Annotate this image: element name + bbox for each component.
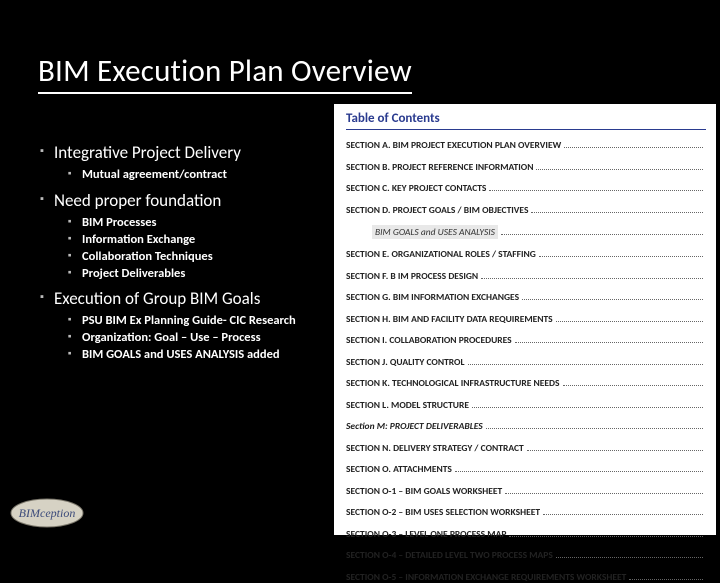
bullet-lvl2: Information Exchange bbox=[68, 232, 350, 249]
toc-dots bbox=[564, 147, 703, 148]
bullet-lvl2: BIM GOALS and USES ANALYSIS added bbox=[68, 347, 350, 364]
logo: BIMception bbox=[8, 496, 86, 530]
toc-label-highlighted: BIM GOALS and USES ANALYSIS bbox=[372, 225, 498, 239]
toc-label: SECTION O-2 – BIM USES SELECTION WORKSHE… bbox=[346, 506, 540, 518]
toc-row: SECTION O-1 – BIM GOALS WORKSHEET bbox=[346, 485, 706, 497]
toc-label: SECTION D. PROJECT GOALS / BIM OBJECTIVE… bbox=[346, 204, 528, 216]
toc-row: SECTION O-5 – INFORMATION EXCHANGE REQUI… bbox=[346, 571, 706, 583]
toc-dots bbox=[629, 579, 703, 580]
toc-dots bbox=[543, 514, 703, 515]
toc-label: SECTION G. BIM INFORMATION EXCHANGES bbox=[346, 291, 519, 303]
toc-label: SECTION E. ORGANIZATIONAL ROLES / STAFFI… bbox=[346, 248, 536, 260]
toc-dots bbox=[486, 428, 703, 429]
toc-label: SECTION I. COLLABORATION PROCEDURES bbox=[346, 334, 512, 346]
bullet-lvl2: Project Deliverables bbox=[68, 266, 350, 283]
bullet-text: Need proper foundation bbox=[54, 190, 221, 211]
toc-label: SECTION B. PROJECT REFERENCE INFORMATION bbox=[346, 161, 533, 173]
toc-dots bbox=[455, 471, 703, 472]
bullet-lvl1: Execution of Group BIM Goals PSU BIM Ex … bbox=[40, 288, 350, 364]
toc-dots bbox=[509, 536, 703, 537]
toc-dots bbox=[481, 278, 703, 279]
toc-label: SECTION C. KEY PROJECT CONTACTS bbox=[346, 182, 486, 194]
toc-label: SECTION J. QUALITY CONTROL bbox=[346, 356, 465, 368]
toc-label: SECTION N. DELIVERY STRATEGY / CONTRACT bbox=[346, 442, 524, 454]
bullet-text: Integrative Project Delivery bbox=[54, 142, 241, 163]
toc-label: SECTION A. BIM PROJECT EXECUTION PLAN OV… bbox=[346, 139, 561, 151]
toc-row-highlighted: BIM GOALS and USES ANALYSIS bbox=[346, 225, 706, 239]
bullet-lvl1: Integrative Project Delivery Mutual agre… bbox=[40, 142, 350, 184]
bullet-lvl2: Collaboration Techniques bbox=[68, 249, 350, 266]
table-of-contents-panel: Table of Contents SECTION A. BIM PROJECT… bbox=[334, 104, 716, 535]
toc-dots bbox=[472, 407, 703, 408]
toc-row: SECTION F. B IM PROCESS DESIGN bbox=[346, 270, 706, 282]
toc-dots bbox=[522, 299, 703, 300]
toc-header: Table of Contents bbox=[346, 111, 706, 130]
toc-row: SECTION G. BIM INFORMATION EXCHANGES bbox=[346, 291, 706, 303]
toc-row: Section M: PROJECT DELIVERABLES bbox=[346, 420, 706, 432]
toc-dots bbox=[501, 234, 703, 235]
toc-label: SECTION O-3 – LEVEL ONE PROCESS MAP bbox=[346, 528, 506, 540]
toc-dots bbox=[468, 364, 704, 365]
toc-row: SECTION K. TECHNOLOGICAL INFRASTRUCTURE … bbox=[346, 377, 706, 389]
toc-row: SECTION O. ATTACHMENTS bbox=[346, 463, 706, 475]
toc-label: SECTION H. BIM AND FACILITY DATA REQUIRE… bbox=[346, 313, 553, 325]
toc-row: SECTION L. MODEL STRUCTURE bbox=[346, 399, 706, 411]
bullet-lvl2: PSU BIM Ex Planning Guide- CIC Research bbox=[68, 313, 350, 330]
toc-row: SECTION D. PROJECT GOALS / BIM OBJECTIVE… bbox=[346, 204, 706, 216]
bullet-lvl2: BIM Processes bbox=[68, 215, 350, 232]
toc-row: SECTION I. COLLABORATION PROCEDURES bbox=[346, 334, 706, 346]
toc-dots bbox=[539, 256, 703, 257]
toc-dots bbox=[556, 557, 703, 558]
bullet-text: Execution of Group BIM Goals bbox=[54, 288, 260, 309]
toc-label: SECTION L. MODEL STRUCTURE bbox=[346, 399, 469, 411]
toc-row: SECTION A. BIM PROJECT EXECUTION PLAN OV… bbox=[346, 139, 706, 151]
toc-row: SECTION B. PROJECT REFERENCE INFORMATION bbox=[346, 161, 706, 173]
toc-label: SECTION O-5 – INFORMATION EXCHANGE REQUI… bbox=[346, 571, 626, 583]
toc-row: SECTION C. KEY PROJECT CONTACTS bbox=[346, 182, 706, 194]
toc-label: SECTION O. ATTACHMENTS bbox=[346, 463, 452, 475]
toc-dots bbox=[505, 493, 703, 494]
bullet-lvl1: Need proper foundation BIM Processes Inf… bbox=[40, 190, 350, 283]
logo-text: BIMception bbox=[19, 506, 76, 520]
toc-row: SECTION O-2 – BIM USES SELECTION WORKSHE… bbox=[346, 506, 706, 518]
toc-row: SECTION O-3 – LEVEL ONE PROCESS MAP bbox=[346, 528, 706, 540]
toc-label: SECTION F. B IM PROCESS DESIGN bbox=[346, 270, 478, 282]
toc-dots bbox=[489, 190, 703, 191]
logo-icon: BIMception bbox=[8, 496, 86, 530]
toc-dots bbox=[531, 212, 703, 213]
toc-dots bbox=[536, 169, 703, 170]
bullet-lvl2: Organization: Goal – Use – Process bbox=[68, 330, 350, 347]
toc-row: SECTION O-4 – DETAILED LEVEL TWO PROCESS… bbox=[346, 549, 706, 561]
toc-row: SECTION J. QUALITY CONTROL bbox=[346, 356, 706, 368]
toc-label: SECTION O-4 – DETAILED LEVEL TWO PROCESS… bbox=[346, 549, 553, 561]
toc-dots bbox=[527, 450, 703, 451]
toc-dots bbox=[556, 321, 703, 322]
toc-dots bbox=[563, 385, 703, 386]
toc-label: SECTION K. TECHNOLOGICAL INFRASTRUCTURE … bbox=[346, 377, 560, 389]
bullet-content: Integrative Project Delivery Mutual agre… bbox=[40, 142, 350, 370]
slide-title: BIM Execution Plan Overview bbox=[38, 52, 412, 94]
toc-label: SECTION O-1 – BIM GOALS WORKSHEET bbox=[346, 485, 502, 497]
toc-row: SECTION H. BIM AND FACILITY DATA REQUIRE… bbox=[346, 313, 706, 325]
toc-row: SECTION N. DELIVERY STRATEGY / CONTRACT bbox=[346, 442, 706, 454]
toc-row: SECTION E. ORGANIZATIONAL ROLES / STAFFI… bbox=[346, 248, 706, 260]
bullet-lvl2: Mutual agreement/contract bbox=[68, 167, 350, 184]
toc-label: Section M: PROJECT DELIVERABLES bbox=[346, 420, 483, 432]
toc-dots bbox=[515, 342, 703, 343]
slide: BIM Execution Plan Overview Integrative … bbox=[0, 0, 720, 540]
